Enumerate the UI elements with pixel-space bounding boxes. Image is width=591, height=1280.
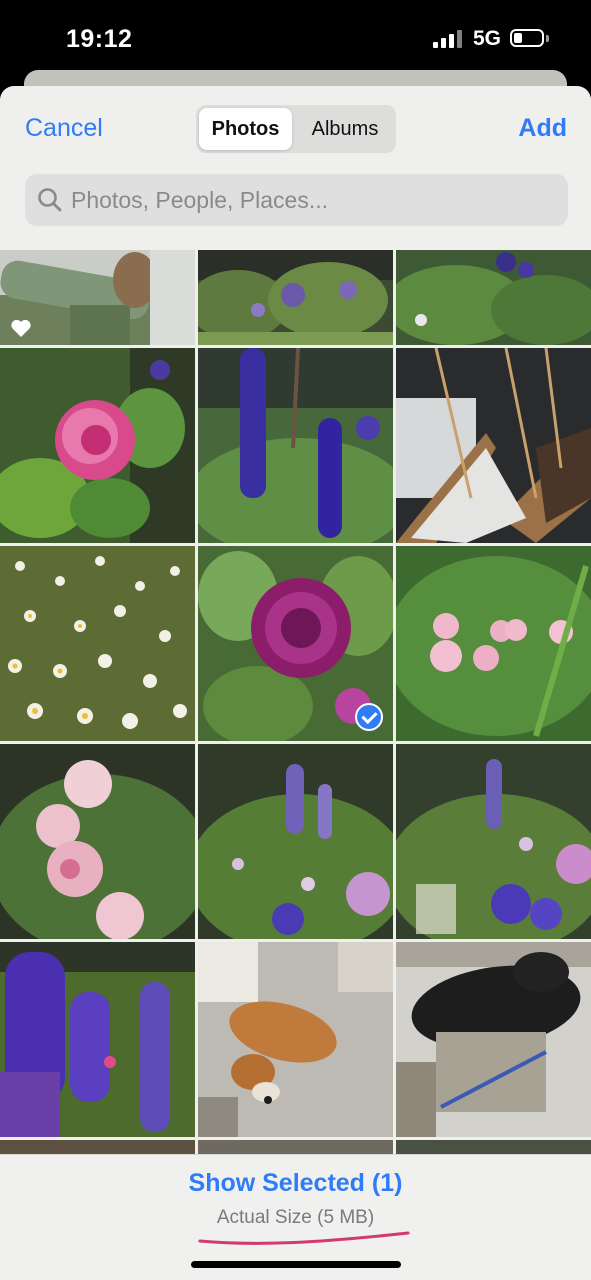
photo-grid: [0, 250, 591, 1160]
bottom-toolbar: Show Selected (1) Actual Size (5 MB): [0, 1154, 591, 1280]
photo-picker-sheet: Cancel Photos Albums Add Photos, People,…: [0, 86, 591, 1280]
signal-icon: [433, 30, 463, 48]
tab-photos[interactable]: Photos: [199, 108, 292, 150]
status-bar: 19:12 5G: [0, 0, 591, 72]
photo-thumbnail[interactable]: [198, 942, 393, 1137]
show-selected-button[interactable]: Show Selected (1): [0, 1169, 591, 1198]
battery-icon: [510, 29, 544, 47]
photo-thumbnail[interactable]: [198, 250, 393, 345]
photo-thumbnail[interactable]: [396, 250, 591, 345]
photo-thumbnail[interactable]: [0, 250, 195, 345]
photo-thumbnail[interactable]: [0, 744, 195, 939]
search-placeholder: Photos, People, Places...: [71, 187, 328, 213]
photo-thumbnail[interactable]: [0, 546, 195, 741]
cancel-button[interactable]: Cancel: [25, 114, 103, 143]
photo-thumbnail[interactable]: [396, 744, 591, 939]
actual-size-option[interactable]: Actual Size (5 MB): [0, 1207, 591, 1229]
search-icon: [38, 188, 62, 212]
photo-thumbnail[interactable]: [0, 942, 195, 1137]
home-indicator: [191, 1261, 401, 1268]
photo-thumbnail[interactable]: [0, 348, 195, 543]
status-time: 19:12: [66, 25, 133, 53]
add-button[interactable]: Add: [518, 114, 567, 143]
photo-thumbnail[interactable]: [396, 942, 591, 1137]
selected-checkmark-icon: [355, 703, 383, 731]
favorite-heart-icon: [11, 319, 31, 337]
tab-albums[interactable]: Albums: [296, 108, 394, 150]
photo-thumbnail[interactable]: [198, 546, 393, 741]
network-type: 5G: [473, 27, 502, 50]
photo-thumbnail[interactable]: [396, 348, 591, 543]
photo-thumbnail[interactable]: [396, 546, 591, 741]
battery-tip: [546, 35, 549, 42]
search-field[interactable]: Photos, People, Places...: [25, 174, 568, 226]
photo-thumbnail[interactable]: [198, 348, 393, 543]
source-segmented-control: Photos Albums: [196, 105, 396, 153]
annotation-underline: [198, 1231, 410, 1245]
photo-thumbnail[interactable]: [198, 744, 393, 939]
